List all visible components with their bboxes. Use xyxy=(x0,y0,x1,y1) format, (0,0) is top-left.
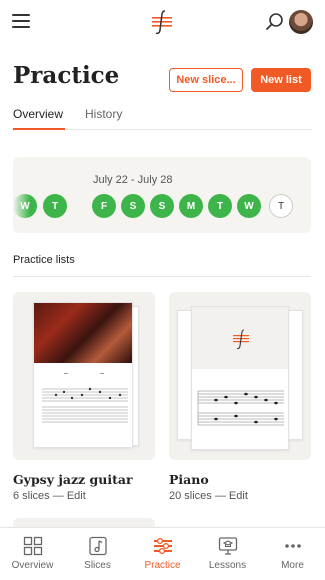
active-tab-indicator xyxy=(13,128,65,130)
section-title: Practice lists xyxy=(13,254,75,266)
more-dots-icon xyxy=(285,544,301,548)
week-range: July 22 - July 28 xyxy=(93,174,173,186)
tabbar-item-slices[interactable]: Slices xyxy=(65,528,130,580)
day-circle[interactable]: F xyxy=(92,194,116,218)
tabbar-item-more[interactable]: More xyxy=(260,528,325,580)
day-circle[interactable]: T xyxy=(43,194,67,218)
meta-separator: — xyxy=(211,490,229,502)
tabbar-label: Slices xyxy=(84,560,111,571)
top-bar xyxy=(0,0,325,44)
tabbar-item-lessons[interactable]: Lessons xyxy=(195,528,260,580)
week-streak-card: July 22 - July 28 W T F S S M T W T xyxy=(13,157,311,233)
tab-notation-thumbnail xyxy=(42,373,128,423)
tab-overview[interactable]: Overview xyxy=(13,107,63,121)
tabbar-item-overview[interactable]: Overview xyxy=(0,528,65,580)
divider xyxy=(13,276,311,277)
avatar[interactable] xyxy=(289,10,313,34)
edit-link[interactable]: Edit xyxy=(229,490,248,502)
edit-link[interactable]: Edit xyxy=(67,490,86,502)
day-circle[interactable]: M xyxy=(179,194,203,218)
page-title: Practice xyxy=(13,62,120,89)
practice-list-card-piano[interactable] xyxy=(169,292,311,460)
meta-separator: — xyxy=(49,490,67,502)
app-logo[interactable] xyxy=(149,8,175,36)
day-circle[interactable]: W xyxy=(13,194,37,218)
tabbar-label: Practice xyxy=(144,560,181,571)
practice-list-meta: 20 slices — Edit xyxy=(169,490,248,502)
grid-icon xyxy=(23,536,43,556)
band-photo xyxy=(34,303,132,363)
day-circle[interactable]: W xyxy=(237,194,261,218)
slice-count: 6 slices xyxy=(13,490,50,502)
day-circle[interactable]: S xyxy=(150,194,174,218)
day-circle[interactable]: T xyxy=(269,194,293,218)
new-slice-button[interactable]: New slice... xyxy=(169,68,243,92)
sheet-front xyxy=(191,306,289,450)
lessons-icon xyxy=(218,537,238,555)
tabbar-item-practice[interactable]: Practice xyxy=(130,528,195,580)
hamburger-icon[interactable] xyxy=(12,14,30,30)
new-list-button[interactable]: New list xyxy=(251,68,311,92)
day-circle[interactable]: T xyxy=(208,194,232,218)
bottom-tab-bar: Overview Slices Practice Lessons More xyxy=(0,527,325,580)
practice-list-card-gypsy-jazz[interactable] xyxy=(13,292,155,460)
tab-bar: Overview History xyxy=(13,104,312,130)
tabbar-label: Lessons xyxy=(208,560,247,571)
tabbar-label: More xyxy=(281,560,304,571)
tabbar-label: Overview xyxy=(11,560,54,571)
sheet-music-thumbnail xyxy=(197,329,284,426)
music-note-icon xyxy=(89,536,107,556)
day-circle[interactable]: S xyxy=(121,194,145,218)
search-icon[interactable] xyxy=(265,12,285,32)
sheet-front xyxy=(33,302,133,448)
practice-icon xyxy=(154,537,172,555)
practice-list-meta: 6 slices — Edit xyxy=(13,490,86,502)
slice-count: 20 slices xyxy=(169,490,212,502)
practice-list-name[interactable]: Gypsy jazz guitar xyxy=(13,472,133,487)
tab-history[interactable]: History xyxy=(85,107,122,121)
practice-list-name[interactable]: Piano xyxy=(169,472,209,487)
